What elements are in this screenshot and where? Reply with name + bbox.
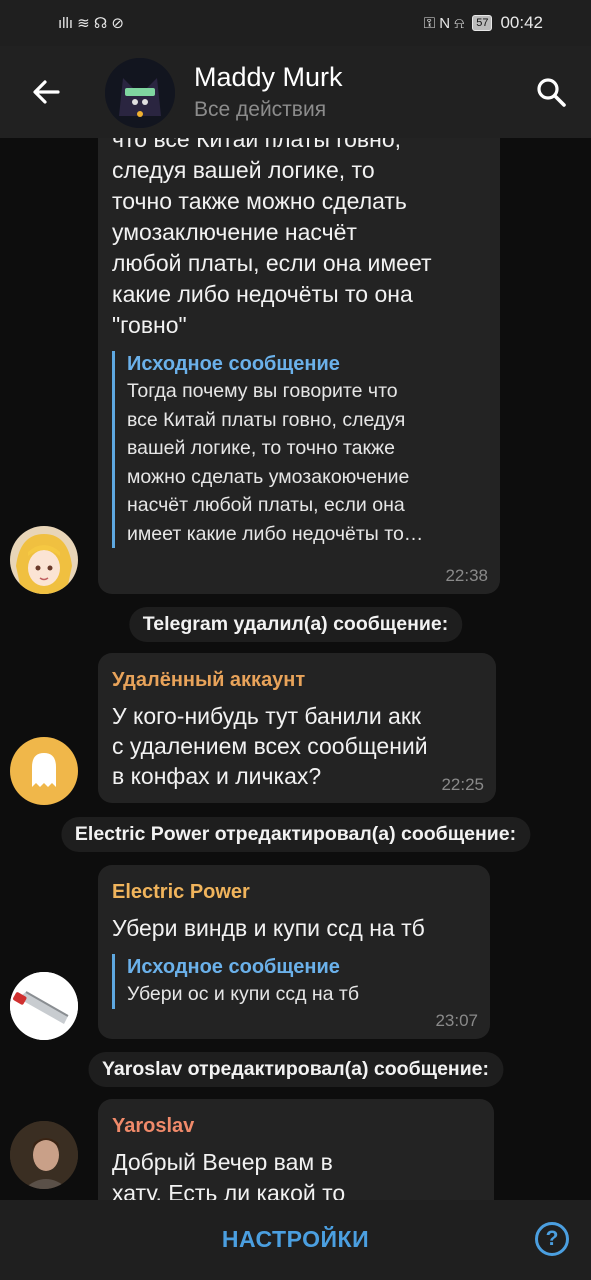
- signal-wifi-icons: ıllı ≋ ☊ ⊘: [58, 15, 124, 32]
- key-nfc-mute-icons: ⚿ N ⍾: [423, 14, 465, 32]
- search-icon: [537, 78, 566, 107]
- chat-title: Maddy Murk: [194, 62, 343, 92]
- quote-text: Убери ос и купи ссд на тб: [127, 983, 360, 1005]
- sender-name[interactable]: Удалённый аккаунт: [112, 667, 482, 693]
- avatar[interactable]: [10, 737, 78, 805]
- message-bubble[interactable]: что все Китай платы говно, следуя вашей …: [98, 138, 500, 594]
- ghost-icon: [32, 753, 56, 787]
- original-message-quote[interactable]: Исходное сообщение Тогда почему вы говор…: [112, 351, 486, 548]
- back-button[interactable]: [26, 72, 66, 112]
- battery-icon: 57: [472, 15, 493, 31]
- message-text: Убери виндв и купи ссд на тб: [112, 915, 425, 941]
- message-bubble[interactable]: Удалённый аккаунт У кого-нибудь тут бани…: [98, 653, 496, 803]
- app-header: Maddy Murk Все действия: [0, 46, 591, 138]
- chat-subtitle: Все действия: [194, 98, 327, 121]
- chat-avatar[interactable]: [105, 58, 175, 128]
- message-text: что все Китай платы говно, следуя вашей …: [112, 138, 432, 338]
- bottom-bar: НАСТРОЙКИ ?: [0, 1200, 591, 1280]
- avatar[interactable]: [10, 972, 78, 1040]
- status-time: 00:42: [500, 13, 543, 32]
- message-bubble[interactable]: Electric Power Убери виндв и купи ссд на…: [98, 865, 490, 1039]
- service-message: Yaroslav отредактировал(а) сообщение:: [87, 1052, 504, 1087]
- sender-name[interactable]: Yaroslav: [112, 1113, 480, 1139]
- message-time: 22:25: [441, 775, 484, 794]
- person-photo-avatar: [10, 1121, 78, 1189]
- service-message: Electric Power отредактировал(а) сообщен…: [60, 817, 531, 852]
- settings-button[interactable]: НАСТРОЙКИ: [0, 1226, 591, 1253]
- message-time: 23:07: [435, 1011, 478, 1030]
- service-message: Telegram удалил(а) сообщение:: [128, 607, 463, 642]
- question-circle-icon[interactable]: ?: [535, 1222, 569, 1256]
- message-bubble[interactable]: Yaroslav Добрый Вечер вам в хату. Есть л…: [98, 1099, 494, 1200]
- chat-log[interactable]: что все Китай платы говно, следуя вашей …: [0, 138, 591, 1200]
- saw-icon: [10, 972, 78, 1040]
- quote-title: Исходное сообщение: [127, 353, 340, 375]
- anime-girl-avatar: [10, 526, 78, 594]
- sender-name[interactable]: Electric Power: [112, 879, 476, 905]
- status-right-icons: ⚿ N ⍾ 57 00:42: [424, 13, 543, 33]
- status-left-icons: ıllı ≋ ☊ ⊘: [58, 14, 124, 32]
- message-time: 22:38: [445, 566, 488, 585]
- quote-text: Тогда почему вы говорите что все Китай п…: [127, 380, 424, 545]
- avatar[interactable]: [10, 526, 78, 594]
- message-text: У кого-нибудь тут банили акк с удалением…: [112, 703, 428, 789]
- arrow-left-icon: [33, 80, 60, 104]
- avatar[interactable]: [10, 1121, 78, 1189]
- original-message-quote[interactable]: Исходное сообщение Убери ос и купи ссд н…: [112, 954, 476, 1009]
- search-button[interactable]: [531, 72, 571, 112]
- status-bar: ıllı ≋ ☊ ⊘ ⚿ N ⍾ 57 00:42: [0, 0, 591, 46]
- quote-title: Исходное сообщение: [127, 956, 340, 978]
- message-text: Добрый Вечер вам в хату. Есть ли какой т…: [112, 1149, 346, 1200]
- cat-avatar-image: [105, 58, 175, 128]
